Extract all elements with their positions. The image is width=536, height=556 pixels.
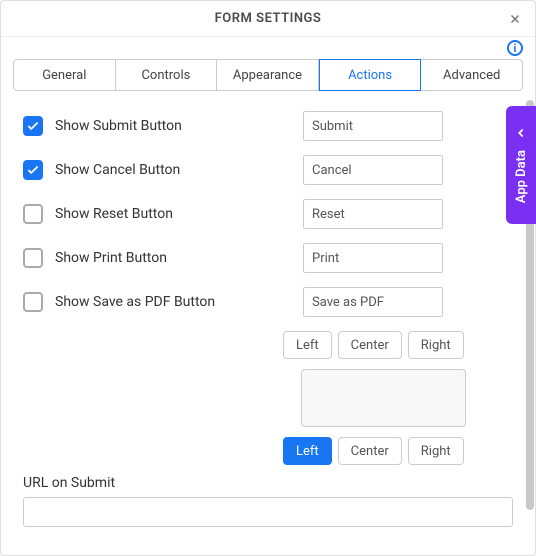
tabs: General Controls Appearance Actions Adva… — [1, 59, 535, 101]
option-row-pdf: Show Save as PDF Button — [23, 287, 513, 317]
input-pdf-text[interactable] — [303, 287, 443, 317]
align2-center[interactable]: Center — [338, 437, 402, 465]
tab-advanced[interactable]: Advanced — [421, 59, 523, 91]
app-data-side-tab[interactable]: App Data — [506, 106, 536, 224]
option-row-submit: Show Submit Button — [23, 111, 513, 141]
tab-general[interactable]: General — [13, 59, 116, 91]
modal-header: FORM SETTINGS — [1, 1, 535, 37]
url-submit-input[interactable] — [23, 497, 513, 527]
checkbox-submit[interactable] — [23, 116, 43, 136]
tab-actions[interactable]: Actions — [319, 59, 422, 91]
tab-appearance[interactable]: Appearance — [217, 59, 319, 91]
label-submit: Show Submit Button — [55, 118, 182, 134]
align1-right[interactable]: Right — [408, 331, 464, 359]
alignment-group-1: Left Center Right — [283, 331, 513, 359]
tab-controls[interactable]: Controls — [116, 59, 218, 91]
label-reset: Show Reset Button — [55, 206, 173, 222]
label-pdf: Show Save as PDF Button — [55, 294, 215, 310]
chevron-left-icon — [514, 126, 528, 140]
alignment-group-2: Left Center Right — [283, 437, 513, 465]
input-print-text[interactable] — [303, 243, 443, 273]
option-row-cancel: Show Cancel Button — [23, 155, 513, 185]
align1-center[interactable]: Center — [338, 331, 402, 359]
align2-right[interactable]: Right — [408, 437, 464, 465]
close-icon — [508, 12, 522, 26]
align2-left[interactable]: Left — [283, 437, 332, 465]
align1-left[interactable]: Left — [283, 331, 332, 359]
form-settings-modal: FORM SETTINGS i General Controls Appeara… — [0, 0, 536, 556]
check-icon — [26, 119, 40, 133]
checkbox-reset[interactable] — [23, 204, 43, 224]
label-cancel: Show Cancel Button — [55, 162, 180, 178]
input-submit-text[interactable] — [303, 111, 443, 141]
close-button[interactable] — [505, 9, 525, 29]
input-cancel-text[interactable] — [303, 155, 443, 185]
app-data-label: App Data — [514, 150, 529, 203]
checkbox-pdf[interactable] — [23, 292, 43, 312]
modal-title: FORM SETTINGS — [215, 11, 322, 26]
input-reset-text[interactable] — [303, 199, 443, 229]
checkbox-print[interactable] — [23, 248, 43, 268]
info-icon[interactable]: i — [507, 40, 523, 56]
label-print: Show Print Button — [55, 250, 167, 266]
checkbox-cancel[interactable] — [23, 160, 43, 180]
info-row: i — [1, 37, 535, 59]
url-submit-label: URL on Submit — [23, 475, 513, 491]
alignment-preview — [301, 369, 466, 427]
check-icon — [26, 163, 40, 177]
option-row-print: Show Print Button — [23, 243, 513, 273]
tab-content: Show Submit Button Show Cancel Button Sh… — [1, 101, 535, 555]
option-row-reset: Show Reset Button — [23, 199, 513, 229]
